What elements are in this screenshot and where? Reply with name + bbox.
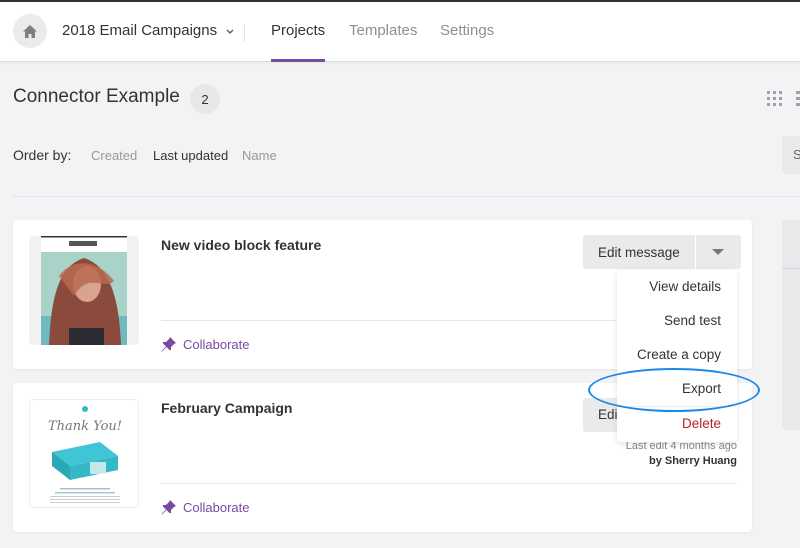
active-tab-indicator — [271, 59, 325, 62]
collaborate-link[interactable]: Collaborate — [161, 500, 250, 515]
home-icon — [23, 24, 37, 38]
chevron-down-icon — [226, 29, 234, 34]
project-thumbnail[interactable]: Thank You! — [29, 399, 139, 508]
project-title[interactable]: February Campaign — [161, 400, 292, 416]
workspace-selector[interactable]: 2018 Email Campaigns — [62, 22, 236, 39]
order-last-updated[interactable]: Last updated — [153, 148, 228, 163]
edit-message-button[interactable]: Edit message — [583, 235, 696, 269]
list-view-icon[interactable] — [796, 91, 800, 106]
project-title[interactable]: New video block feature — [161, 237, 321, 253]
tab-templates[interactable]: Templates — [349, 22, 417, 39]
grid-view-icon[interactable] — [767, 91, 782, 106]
menu-item-export[interactable]: Export — [682, 381, 721, 396]
menu-item-delete[interactable]: Delete — [682, 416, 721, 431]
caret-down-icon — [712, 249, 725, 255]
actions-dropdown-menu: View details Send test Create a copy Exp… — [617, 270, 737, 442]
order-created[interactable]: Created — [91, 148, 137, 163]
divider — [244, 24, 245, 42]
divider — [161, 483, 737, 484]
order-by-label: Order by: — [13, 147, 72, 163]
divider — [13, 196, 800, 197]
more-actions-dropdown-button[interactable] — [695, 235, 741, 269]
project-count-badge: 2 — [190, 84, 220, 114]
page-title: Connector Example — [13, 86, 180, 107]
collaborate-link[interactable]: Collaborate — [161, 337, 250, 352]
collaborate-label: Collaborate — [183, 500, 250, 515]
tab-settings[interactable]: Settings — [440, 22, 494, 39]
last-edit-author: by Sherry Huang — [648, 455, 737, 467]
project-thumbnail[interactable] — [29, 236, 139, 345]
top-navigation-bar: 2018 Email Campaigns Projects Templates … — [0, 0, 800, 62]
pin-icon — [161, 500, 176, 515]
menu-item-create-copy[interactable]: Create a copy — [637, 347, 721, 362]
order-name[interactable]: Name — [242, 148, 277, 163]
workspace-name: 2018 Email Campaigns — [62, 22, 218, 39]
svg-text:Thank You!: Thank You! — [48, 419, 122, 434]
collaborate-label: Collaborate — [183, 337, 250, 352]
divider — [617, 406, 737, 407]
menu-item-send-test[interactable]: Send test — [664, 313, 721, 328]
tab-projects[interactable]: Projects — [271, 22, 325, 39]
menu-item-view-details[interactable]: View details — [649, 279, 721, 294]
search-input[interactable]: S — [782, 136, 800, 174]
home-button[interactable] — [13, 14, 47, 48]
edit-button-group: Edit message — [583, 235, 741, 269]
side-panel — [782, 220, 800, 430]
pin-icon — [161, 337, 176, 352]
